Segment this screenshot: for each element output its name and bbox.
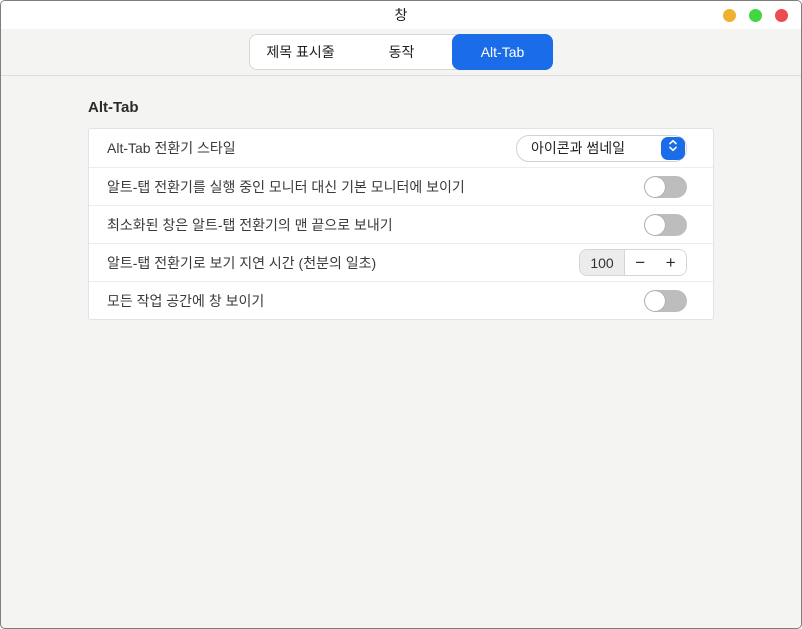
decrement-button[interactable]: −: [625, 250, 656, 275]
setting-row-all-workspaces: 모든 작업 공간에 창 보이기: [89, 281, 713, 319]
delay-stepper: 100 − +: [579, 249, 687, 276]
primary-monitor-toggle[interactable]: [644, 176, 687, 198]
titlebar: 창: [1, 1, 801, 29]
minimized-to-end-toggle[interactable]: [644, 214, 687, 236]
tab-titlebar[interactable]: 제목 표시줄: [250, 35, 351, 69]
setting-row-switcher-style: Alt-Tab 전환기 스타일 아이콘과 썸네일: [89, 129, 713, 167]
setting-label: 알트-탭 전환기로 보기 지연 시간 (천분의 일초): [107, 253, 579, 273]
setting-label: 모든 작업 공간에 창 보이기: [107, 291, 644, 311]
all-workspaces-toggle[interactable]: [644, 290, 687, 312]
increment-button[interactable]: +: [656, 250, 687, 275]
switcher-style-select[interactable]: 아이콘과 썸네일: [516, 135, 687, 162]
window-title: 창: [395, 5, 408, 25]
settings-card: Alt-Tab 전환기 스타일 아이콘과 썸네일 알트-탭: [88, 128, 714, 320]
setting-label: 최소화된 창은 알트-탭 전환기의 맨 끝으로 보내기: [107, 215, 644, 235]
setting-label: 알트-탭 전환기를 실행 중인 모니터 대신 기본 모니터에 보이기: [107, 177, 644, 197]
tab-bar: 제목 표시줄 동작 Alt-Tab: [1, 29, 801, 76]
select-value: 아이콘과 썸네일: [517, 138, 661, 158]
setting-label: Alt-Tab 전환기 스타일: [107, 138, 516, 158]
toggle-knob: [645, 177, 665, 197]
section-title: Alt-Tab: [88, 99, 714, 116]
tab-alt-tab[interactable]: Alt-Tab: [452, 34, 553, 70]
tab-behavior[interactable]: 동작: [351, 35, 452, 69]
minimize-button[interactable]: [723, 9, 736, 22]
window-controls: [723, 1, 788, 29]
setting-row-minimized-to-end: 최소화된 창은 알트-탭 전환기의 맨 끝으로 보내기: [89, 205, 713, 243]
content-area: Alt-Tab Alt-Tab 전환기 스타일 아이콘과 썸네일: [1, 76, 801, 628]
select-chevron-button[interactable]: [661, 137, 685, 160]
toggle-knob: [645, 215, 665, 235]
maximize-button[interactable]: [749, 9, 762, 22]
updown-chevron-icon: [668, 139, 678, 157]
delay-value-field[interactable]: 100: [580, 250, 625, 275]
settings-window: 창 제목 표시줄 동작 Alt-Tab Alt-Tab Alt-Tab 전환기 …: [0, 0, 802, 629]
setting-row-primary-monitor: 알트-탭 전환기를 실행 중인 모니터 대신 기본 모니터에 보이기: [89, 167, 713, 205]
setting-row-delay: 알트-탭 전환기로 보기 지연 시간 (천분의 일초) 100 − +: [89, 243, 713, 281]
close-button[interactable]: [775, 9, 788, 22]
toggle-knob: [645, 291, 665, 311]
tab-group: 제목 표시줄 동작 Alt-Tab: [249, 34, 553, 70]
